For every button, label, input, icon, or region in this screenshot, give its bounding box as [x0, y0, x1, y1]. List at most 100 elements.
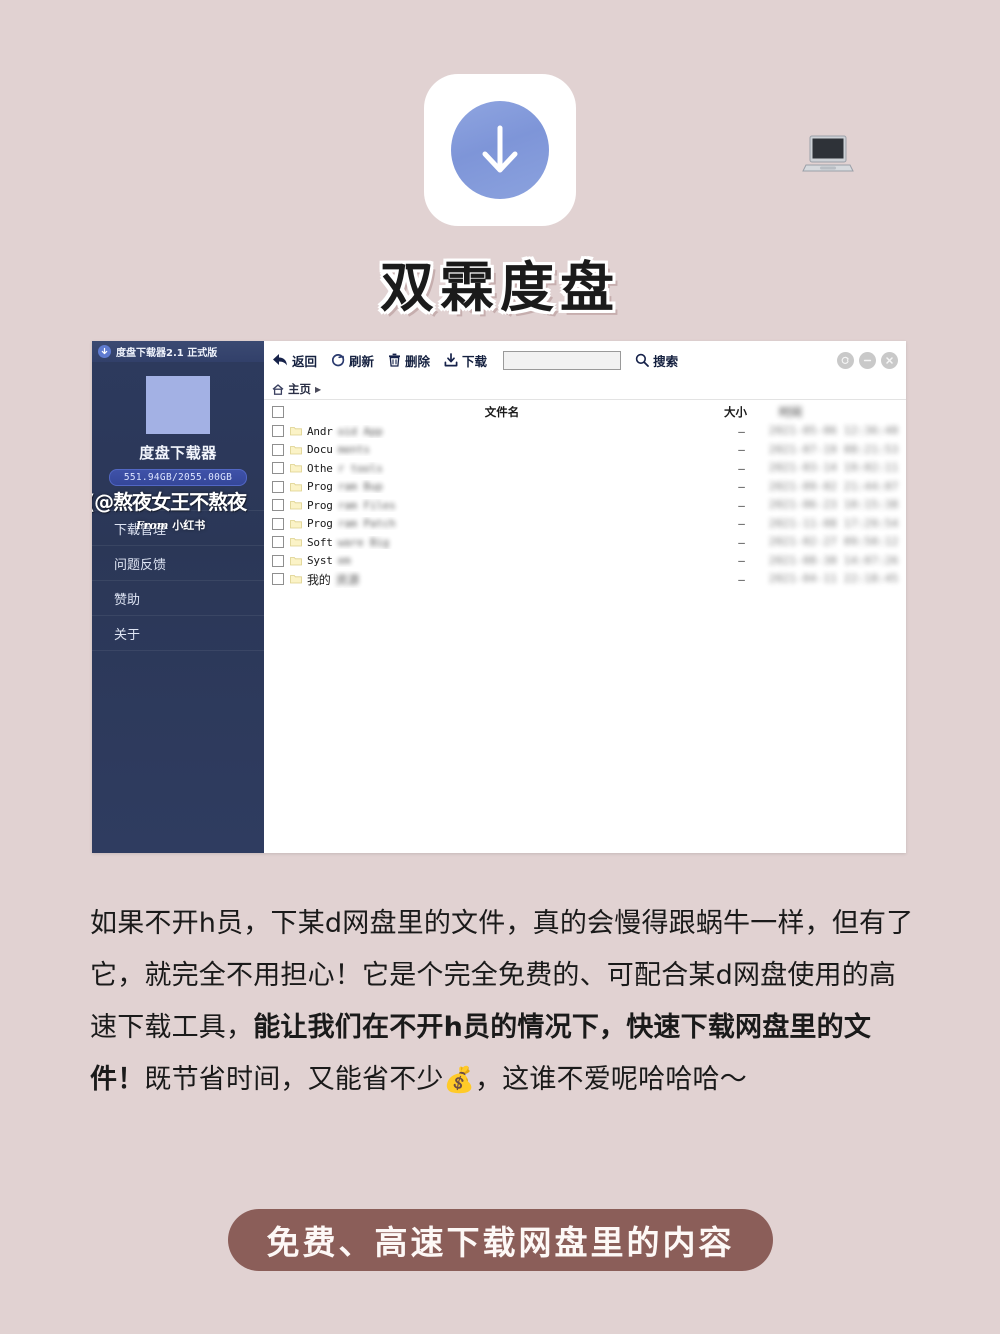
file-size-cell: –: [738, 554, 745, 568]
back-button-label: 返回: [292, 353, 318, 369]
breadcrumb-home-label[interactable]: 主页: [288, 381, 311, 397]
sidebar-menu: 下载管理 问题反馈 赞助 关于: [92, 510, 264, 651]
row-checkbox[interactable]: [272, 425, 284, 438]
search-button[interactable]: 搜索: [635, 351, 678, 370]
page-title: 双霖度盘: [380, 256, 620, 319]
back-button[interactable]: 返回: [272, 351, 317, 370]
file-date-cell: 2021-02-27 09:50:12: [769, 536, 899, 549]
file-name-cell: Prog ram Bup: [290, 480, 714, 493]
table-row[interactable]: Prog ram Bup – 2021-09-02 21:44:07: [264, 478, 906, 497]
file-name-cell: Soft ware Big: [290, 536, 714, 549]
download-button[interactable]: 下载: [444, 351, 487, 370]
row-checkbox[interactable]: [272, 517, 284, 530]
file-name-visible: Othe: [307, 461, 333, 475]
bottom-cta-pill[interactable]: 免费、高速下载网盘里的内容: [228, 1209, 773, 1271]
file-name-blurred: ram Patch: [337, 517, 396, 531]
search-button-label: 搜索: [653, 353, 679, 369]
row-checkbox[interactable]: [272, 480, 284, 493]
table-row[interactable]: Prog ram Files – 2021-06-23 10:15:38: [264, 496, 906, 515]
row-checkbox[interactable]: [272, 462, 284, 475]
column-header-date: 时间: [779, 405, 802, 419]
close-icon[interactable]: [881, 351, 898, 369]
table-row[interactable]: Andr oid App – 2021-05-06 12:36:40: [264, 422, 906, 441]
file-name-blurred: ments: [337, 443, 370, 457]
bottom-cta-label: 免费、高速下载网盘里的内容: [266, 1223, 735, 1262]
select-all-checkbox[interactable]: [272, 406, 284, 418]
refresh-button[interactable]: 刷新: [331, 351, 374, 370]
sidebar-item-feedback[interactable]: 问题反馈: [92, 545, 264, 580]
back-arrow-icon: [272, 353, 288, 367]
file-size-cell: –: [738, 424, 745, 438]
file-size-cell: –: [738, 517, 745, 531]
table-row[interactable]: Prog ram Patch – 2021-11-08 17:29:54: [264, 515, 906, 534]
restore-icon[interactable]: [837, 351, 854, 369]
file-name-visible: 我的: [307, 572, 331, 587]
sidebar-item-label: 问题反馈: [114, 557, 167, 573]
file-name-visible: Andr: [307, 424, 333, 438]
table-row[interactable]: Docu ments – 2021-07-19 08:21:53: [264, 441, 906, 460]
sidebar-item-label: 关于: [114, 627, 141, 643]
file-name-cell: Andr oid App: [290, 425, 714, 438]
sidebar-item-sponsor[interactable]: 赞助: [92, 580, 264, 615]
folder-icon: [290, 463, 302, 473]
table-row[interactable]: Syst em – 2021-08-30 14:07:26: [264, 552, 906, 571]
file-name-blurred: ware Big: [337, 535, 390, 549]
refresh-icon: [331, 353, 345, 367]
file-name-blurred: oid App: [337, 424, 383, 438]
file-name-cell: Docu ments: [290, 443, 714, 456]
download-icon: [98, 345, 111, 358]
table-row[interactable]: 我的 资源 – 2021-04-11 22:18:45: [264, 570, 906, 589]
money-bag-icon: 💰: [443, 1065, 475, 1094]
file-size-cell: –: [738, 498, 745, 512]
refresh-button-label: 刷新: [349, 353, 375, 369]
window-controls: [837, 351, 900, 369]
app-sidebar: 度盘下载器2.1 正式版 度盘下载器 551.94GB/2055.00GB 下载…: [92, 341, 264, 853]
storage-quota-badge: 551.94GB/2055.00GB: [109, 469, 247, 486]
file-date-cell: 2021-09-02 21:44:07: [769, 480, 899, 493]
delete-button[interactable]: 删除: [388, 351, 430, 370]
column-header-size: 大小: [724, 405, 747, 419]
file-name-cell: Prog ram Patch: [290, 517, 714, 530]
row-checkbox[interactable]: [272, 573, 284, 586]
file-name-cell: Prog ram Files: [290, 499, 714, 512]
home-icon[interactable]: [272, 383, 284, 395]
file-size-cell: –: [738, 443, 745, 457]
file-name-visible: Syst: [307, 554, 333, 568]
folder-icon: [290, 537, 302, 547]
file-name-cell: 我的 资源: [290, 571, 714, 588]
table-row[interactable]: Soft ware Big – 2021-02-27 09:50:12: [264, 533, 906, 552]
file-table-header: 文件名 大小 时间: [264, 402, 906, 422]
folder-icon: [290, 556, 302, 566]
file-name-visible: Prog: [307, 480, 333, 494]
file-name-blurred: r tools: [337, 461, 383, 475]
sidebar-item-about[interactable]: 关于: [92, 615, 264, 651]
file-date-cell: 2021-11-08 17:29:54: [769, 517, 899, 530]
minimize-icon[interactable]: [859, 351, 876, 369]
row-checkbox[interactable]: [272, 443, 284, 456]
file-name-visible: Docu: [307, 443, 333, 457]
folder-icon: [290, 500, 302, 510]
file-name-visible: Prog: [307, 517, 333, 531]
table-row[interactable]: Othe r tools – 2021-03-14 19:02:11: [264, 459, 906, 478]
row-checkbox[interactable]: [272, 536, 284, 549]
sidebar-item-download-manager[interactable]: 下载管理: [92, 510, 264, 545]
sidebar-app-name: 度盘下载器: [139, 444, 217, 462]
sidebar-item-label: 赞助: [114, 592, 141, 608]
file-name-visible: Prog: [307, 498, 333, 512]
folder-icon: [290, 482, 302, 492]
file-size-cell: –: [738, 461, 745, 475]
file-date-cell: 2021-04-11 22:18:45: [769, 573, 899, 586]
toolbar: 返回 刷新 删除 下载 搜索: [264, 341, 906, 379]
row-checkbox[interactable]: [272, 499, 284, 512]
file-name-cell: Syst em: [290, 554, 714, 567]
file-name-blurred: ram Bup: [337, 480, 383, 494]
download-button-label: 下载: [462, 353, 488, 369]
search-input[interactable]: [503, 350, 622, 370]
folder-icon: [290, 445, 302, 455]
file-size-cell: –: [738, 572, 745, 586]
row-checkbox[interactable]: [272, 554, 284, 567]
file-name-visible: Soft: [307, 535, 333, 549]
file-size-cell: –: [738, 535, 745, 549]
file-table: 文件名 大小 时间 Andr oid App – 2021-05-06 12:36…: [264, 400, 906, 589]
download-arrow-app-icon: [424, 74, 576, 226]
